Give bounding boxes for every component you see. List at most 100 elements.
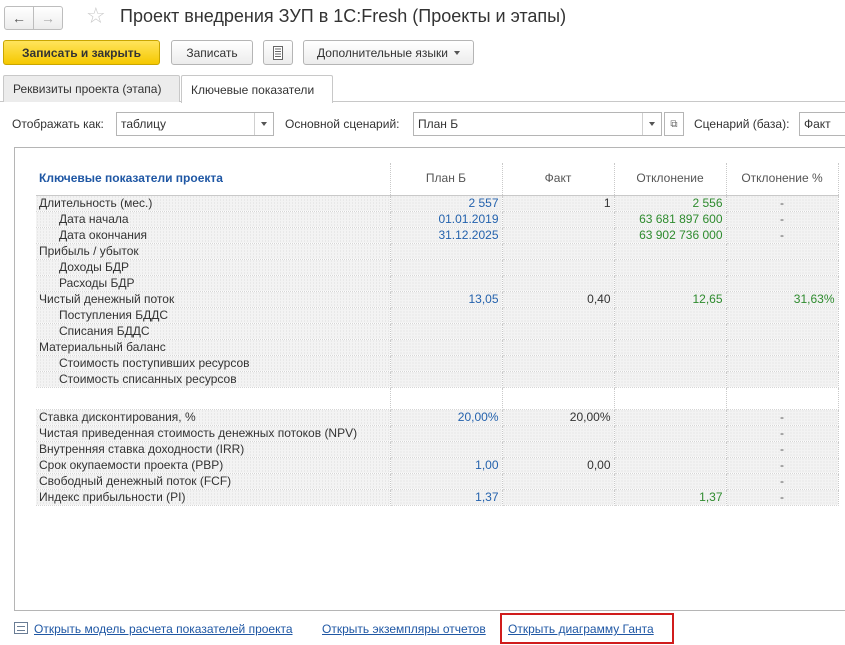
- table-row[interactable]: Длительность (мес.) 2 557 1 2 556-: [36, 195, 839, 212]
- table-row[interactable]: Дата начала 01.01.2019 63 681 897 600-: [36, 211, 839, 228]
- deviation-percent-value: [726, 243, 839, 260]
- table-row[interactable]: Списания БДДС: [36, 323, 839, 340]
- back-button[interactable]: ←: [4, 6, 34, 30]
- spacer-cell: [614, 387, 727, 410]
- plan-value: 1,37: [390, 489, 503, 506]
- table-row[interactable]: Стоимость поступивших ресурсов: [36, 355, 839, 372]
- deviation-value: [614, 339, 727, 356]
- chevron-down-icon[interactable]: [642, 113, 661, 135]
- fact-value: 0,40: [502, 291, 615, 308]
- favorite-star-icon[interactable]: ☆: [86, 3, 106, 29]
- row-label: Прибыль / убыток: [36, 243, 391, 260]
- deviation-percent-value: [726, 307, 839, 324]
- table-row[interactable]: Дата окончания 31.12.2025 63 902 736 000-: [36, 227, 839, 244]
- deviation-percent-value: -: [726, 409, 839, 426]
- row-label: Длительность (мес.): [36, 195, 391, 212]
- table-row[interactable]: Поступления БДДС: [36, 307, 839, 324]
- plan-value: [390, 355, 503, 372]
- table-row[interactable]: Срок окупаемости проекта (PBP) 1,00 0,00 -: [36, 457, 839, 474]
- table-row[interactable]: Доходы БДР: [36, 259, 839, 276]
- fact-value: [502, 473, 615, 490]
- plan-value: [390, 339, 503, 356]
- display-as-select[interactable]: таблицу: [116, 112, 274, 136]
- table-spacer-row: [36, 387, 839, 410]
- row-label: Списания БДДС: [36, 323, 391, 340]
- deviation-value: [614, 425, 727, 442]
- deviation-value: [614, 371, 727, 388]
- table-row[interactable]: Чистая приведенная стоимость денежных по…: [36, 425, 839, 442]
- window-title: Проект внедрения ЗУП в 1С:Fresh (Проекты…: [120, 6, 567, 26]
- report-icon: [14, 622, 28, 634]
- fact-value: [502, 211, 615, 228]
- fact-value: [502, 355, 615, 372]
- document-icon: [273, 45, 283, 60]
- deviation-value: [614, 441, 727, 458]
- forward-button[interactable]: →: [33, 6, 63, 30]
- fact-value: 0,00: [502, 457, 615, 474]
- deviation-value: [614, 259, 727, 276]
- deviation-percent-value: [726, 259, 839, 276]
- deviation-percent-value: -: [726, 195, 839, 212]
- row-label: Доходы БДР: [36, 259, 391, 276]
- table-row[interactable]: Свободный денежный поток (FCF) -: [36, 473, 839, 490]
- table-row[interactable]: Чистый денежный поток 13,05 0,40 12,65 31,63…: [36, 291, 839, 308]
- column-header: Ключевые показатели проекта: [36, 163, 391, 196]
- plan-value: [390, 473, 503, 490]
- column-header: Отклонение %: [726, 163, 839, 196]
- row-label: Стоимость поступивших ресурсов: [36, 355, 391, 372]
- tab-key-indicators[interactable]: Ключевые показатели: [181, 75, 333, 103]
- table-row[interactable]: Индекс прибыльности (PI) 1,37 1,37-: [36, 489, 839, 506]
- table-row[interactable]: Внутренняя ставка доходности (IRR) -: [36, 441, 839, 458]
- tab-project-details[interactable]: Реквизиты проекта (этапа): [3, 75, 180, 102]
- plan-value: [390, 425, 503, 442]
- open-reports-link[interactable]: Открыть экземпляры отчетов: [322, 622, 486, 636]
- additional-languages-button[interactable]: Дополнительные языки: [303, 40, 474, 65]
- open-model-link[interactable]: Открыть модель расчета показателей проек…: [34, 622, 293, 636]
- document-button[interactable]: [263, 40, 293, 65]
- row-label: Внутренняя ставка доходности (IRR): [36, 441, 391, 458]
- row-label: Дата начала: [36, 211, 391, 228]
- deviation-value: 63 681 897 600: [614, 211, 727, 228]
- deviation-value: [614, 457, 727, 474]
- deviation-value: 63 902 736 000: [614, 227, 727, 244]
- plan-value: [390, 323, 503, 340]
- deviation-value: 12,65: [614, 291, 727, 308]
- row-label: Чистая приведенная стоимость денежных по…: [36, 425, 391, 442]
- table-row[interactable]: Стоимость списанных ресурсов: [36, 371, 839, 388]
- base-scenario-value: Факт: [804, 117, 831, 131]
- save-and-close-button[interactable]: Записать и закрыть: [3, 40, 160, 65]
- chevron-down-icon[interactable]: [254, 113, 273, 135]
- deviation-value: [614, 307, 727, 324]
- row-label: Свободный денежный поток (FCF): [36, 473, 391, 490]
- deviation-value: [614, 409, 727, 426]
- table-row[interactable]: Материальный баланс: [36, 339, 839, 356]
- table-row[interactable]: Прибыль / убыток: [36, 243, 839, 260]
- fact-value: [502, 425, 615, 442]
- kpi-table: Ключевые показатели проекта План Б Факт Отк…: [36, 163, 839, 506]
- deviation-value: 1,37: [614, 489, 727, 506]
- open-link-icon: ⧉: [670, 118, 678, 130]
- row-label: Чистый денежный поток: [36, 291, 391, 308]
- base-scenario-select[interactable]: Факт: [799, 112, 845, 136]
- plan-value: [390, 307, 503, 324]
- fact-value: [502, 489, 615, 506]
- open-scenario-button[interactable]: ⧉: [664, 112, 684, 136]
- display-as-value: таблицу: [121, 117, 166, 131]
- plan-value: [390, 441, 503, 458]
- main-scenario-select[interactable]: План Б: [413, 112, 662, 136]
- deviation-percent-value: [726, 355, 839, 372]
- fact-value: [502, 243, 615, 260]
- table-row[interactable]: Расходы БДР: [36, 275, 839, 292]
- fact-value: 1: [502, 195, 615, 212]
- save-button[interactable]: Записать: [171, 40, 253, 65]
- plan-value: 20,00%: [390, 409, 503, 426]
- deviation-percent-value: -: [726, 227, 839, 244]
- row-label: Срок окупаемости проекта (PBP): [36, 457, 391, 474]
- table-header-row: Ключевые показатели проекта План Б Факт Отк…: [36, 163, 839, 196]
- fact-value: 20,00%: [502, 409, 615, 426]
- deviation-value: [614, 323, 727, 340]
- row-label: Материальный баланс: [36, 339, 391, 356]
- table-row[interactable]: Ставка дисконтирования, % 20,00% 20,00% -: [36, 409, 839, 426]
- spacer-cell: [726, 387, 839, 410]
- plan-value: [390, 259, 503, 276]
